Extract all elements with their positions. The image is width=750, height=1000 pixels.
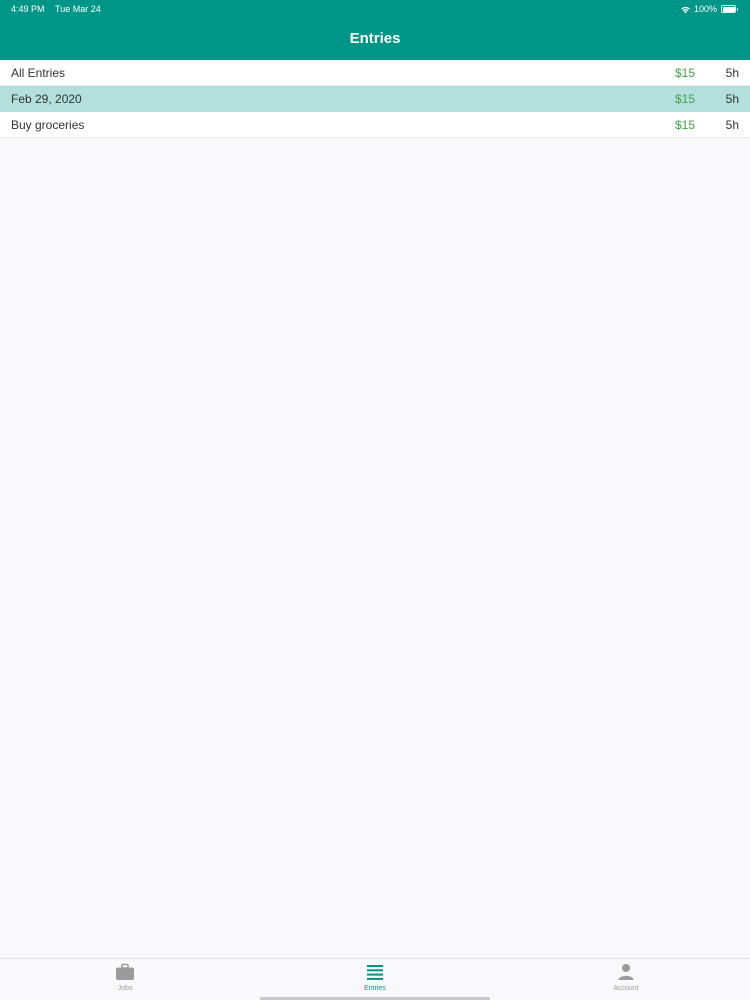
battery-percent: 100% [693,4,717,14]
page-title: Entries [349,30,401,47]
tab-label: Jobs [117,985,133,992]
battery-icon [721,5,739,13]
tab-entries[interactable]: Entries [335,959,415,1000]
tab-bar: Jobs Entries Account [0,958,750,1000]
tab-account[interactable]: Account [586,959,666,1000]
briefcase-icon [116,963,134,980]
status-bar: 4:49 PM Tue Mar 24 100% [0,0,750,18]
entry-pay: $15 [674,92,695,106]
entry-hours: 5h [725,92,739,106]
entry-label: Buy groceries [11,118,85,132]
entry-row-date[interactable]: Feb 29, 2020 $15 5h [0,86,750,112]
status-left: 4:49 PM Tue Mar 24 [11,0,101,18]
entry-label: Feb 29, 2020 [11,92,82,106]
entry-label: All Entries [11,66,66,80]
status-right: 100% [680,0,739,18]
tab-jobs[interactable]: Jobs [85,959,165,1000]
entry-hours: 5h [725,118,739,132]
tab-label: Entries [364,985,386,992]
wifi-icon [681,6,690,13]
status-date: Tue Mar 24 [55,4,101,14]
entry-pay: $15 [674,66,695,80]
tab-label: Account [613,985,639,992]
entries-list: All Entries $15 5h Feb 29, 2020 $15 5h B… [0,60,750,138]
entries-screen: 4:49 PM Tue Mar 24 100% Entries All Entr… [0,0,750,1000]
entry-pay: $15 [674,118,695,132]
entry-row-all-entries[interactable]: All Entries $15 5h [0,60,750,86]
person-icon [618,964,634,980]
status-time: 4:49 PM [11,4,45,14]
entry-row-buy-groceries[interactable]: Buy groceries $15 5h [0,112,750,138]
entry-hours: 5h [725,66,739,80]
app-header: 4:49 PM Tue Mar 24 100% Entries [0,0,750,60]
list-icon [367,965,383,980]
